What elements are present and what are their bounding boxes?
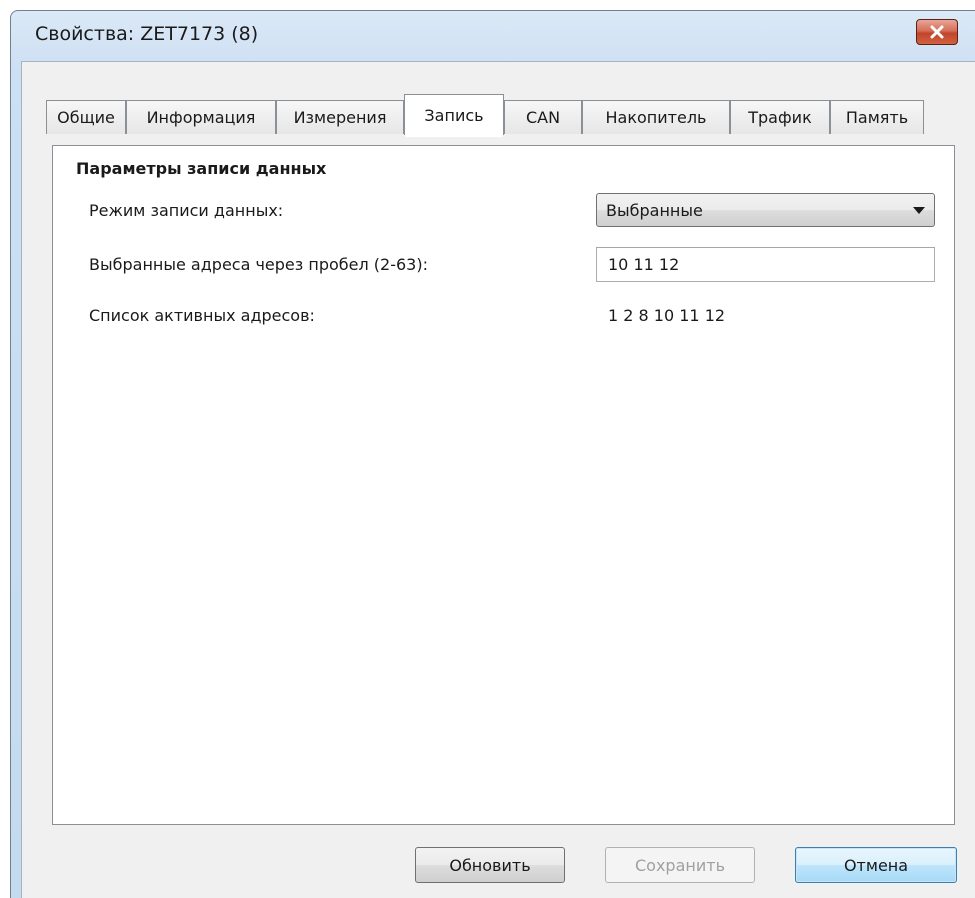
tab-general[interactable]: Общие [46,100,126,134]
window-title: Свойства: ZET7173 (8) [35,23,259,45]
tab-information[interactable]: Информация [126,100,276,134]
tab-storage[interactable]: Накопитель [582,100,730,134]
tab-can[interactable]: CAN [504,100,582,134]
mode-label: Режим записи данных: [89,201,284,220]
addresses-label: Выбранные адреса через пробел (2-63): [89,255,428,274]
recording-mode-select[interactable]: Выбранные [596,193,935,227]
section-title: Параметры записи данных [76,159,327,178]
tab-recording[interactable]: Запись [404,94,504,137]
tab-memory[interactable]: Память [830,100,924,134]
selected-addresses-input[interactable] [596,247,935,282]
properties-dialog: Свойства: ZET7173 (8) Общие Информация И… [10,10,975,898]
tab-traffic[interactable]: Трафик [730,100,830,134]
close-icon [930,25,944,39]
active-addresses-label: Список активных адресов: [89,306,315,325]
cancel-button[interactable]: Отмена [795,847,957,883]
recording-mode-value: Выбранные [606,200,703,220]
save-button[interactable]: Сохранить [605,847,755,883]
recording-tab-panel: Параметры записи данных Режим записи дан… [52,145,955,825]
title-bar[interactable]: Свойства: ZET7173 (8) [11,11,975,59]
chevron-down-icon [913,207,925,214]
close-button[interactable] [916,19,958,45]
dialog-client-area: Общие Информация Измерения Запись CAN На… [21,61,975,898]
refresh-button[interactable]: Обновить [415,847,565,883]
tab-measurements[interactable]: Измерения [276,100,404,134]
active-addresses-value: 1 2 8 10 11 12 [608,306,726,325]
